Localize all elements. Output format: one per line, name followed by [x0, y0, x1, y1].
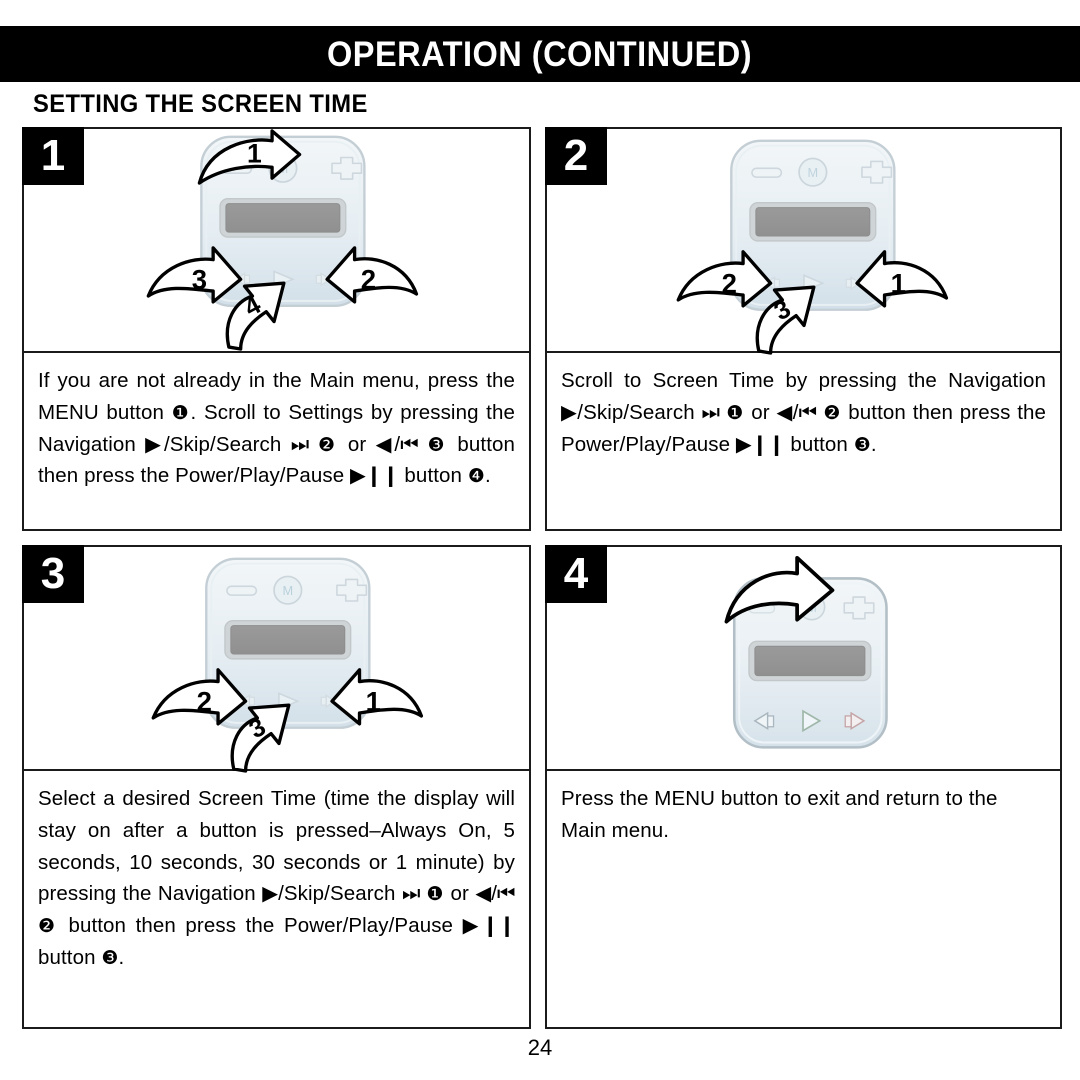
- callout-arrow-2-label: 2: [722, 268, 737, 299]
- step-4-text-panel: Press the MENU button to exit and return…: [545, 771, 1062, 1029]
- step-4-illustration: M: [547, 547, 1060, 769]
- step-3-figure-panel: 3 M 2 1 3: [22, 545, 531, 773]
- grid-row-gap: [22, 531, 1062, 545]
- step-3-text-panel: Select a desired Screen Time (time the d…: [22, 771, 531, 1029]
- step-4-badge: 4: [545, 545, 607, 603]
- step-2-text-panel: Scroll to Screen Time by pressing the Na…: [545, 353, 1062, 531]
- section-title: SETTING THE SCREEN TIME: [33, 90, 368, 118]
- inline-control-glyph: ⏭: [401, 881, 420, 906]
- lcd-screen: [224, 619, 352, 660]
- callout-arrow-1-label: 1: [247, 138, 262, 168]
- inline-control-glyph: ▶❙❙: [735, 431, 785, 456]
- volume-down-button[interactable]: [751, 167, 783, 178]
- steps-grid: 1 1 3 2 4 If you are not already in the …: [22, 127, 1062, 1029]
- svg-text:M: M: [282, 583, 293, 598]
- callout-arrow-1-label: 1: [891, 268, 906, 299]
- lcd-screen: [748, 640, 872, 682]
- step-1-text-panel: If you are not already in the Main menu,…: [22, 353, 531, 531]
- step-4: 4 Press the MENU button to exit and retu…: [545, 545, 1062, 1029]
- step-3-badge: 3: [22, 545, 84, 603]
- steps-row-top: 1 1 3 2 4 If you are not already in the …: [22, 127, 1062, 531]
- page-header-bar: OPERATION (CONTINUED): [0, 26, 1080, 82]
- step-1-badge: 1: [22, 127, 84, 185]
- callout-arrow-3-label: 3: [192, 264, 207, 295]
- inline-step-number: ❶: [171, 401, 191, 424]
- step-3: 3 M 2 1 3 Select a desired Screen Time (…: [22, 545, 531, 1029]
- inline-step-number: ❸: [101, 946, 119, 969]
- inline-step-number: ❹: [467, 465, 485, 488]
- step-2: 2 M 2 1 3 Scroll to Screen Time by press…: [545, 127, 1062, 531]
- page-title: OPERATION (CONTINUED): [327, 34, 753, 74]
- callout-arrow-1-label: 1: [366, 686, 381, 717]
- step-1-illustration: M: [24, 129, 529, 351]
- inline-step-number: ❷: [38, 915, 59, 938]
- step-2-text: Scroll to Screen Time by pressing the Na…: [561, 369, 1047, 456]
- callout-arrow-2-label: 2: [197, 686, 212, 717]
- menu-button[interactable]: M: [273, 575, 303, 605]
- callout-arrow-2-label: 2: [361, 264, 376, 295]
- inline-control-glyph: ◀: [375, 431, 395, 456]
- inline-step-number: ❸: [427, 433, 449, 456]
- step-2-figure-panel: 2 M 2 1 3: [545, 127, 1062, 355]
- steps-row-bottom: 3 M 2 1 3 Select a desired Screen Time (…: [22, 545, 1062, 1029]
- inline-control-glyph: ⏮: [400, 431, 419, 456]
- inline-control-glyph: ▶: [145, 431, 164, 456]
- inline-control-glyph: ⏭: [701, 399, 720, 424]
- step-2-illustration: M 2 1 3: [547, 129, 1060, 355]
- inline-control-glyph: ▶: [262, 881, 279, 906]
- inline-step-number: ❶: [726, 401, 745, 424]
- step-2-badge: 2: [545, 127, 607, 185]
- step-1-text: If you are not already in the Main menu,…: [38, 369, 516, 488]
- inline-control-glyph: ▶❙❙: [350, 463, 399, 488]
- lcd-screen: [219, 198, 347, 238]
- inline-step-number: ❶: [426, 883, 445, 906]
- inline-control-glyph: ⏭: [290, 431, 309, 456]
- step-3-text: Select a desired Screen Time (time the d…: [38, 787, 516, 969]
- menu-button[interactable]: M: [798, 157, 828, 187]
- inline-control-glyph: ◀: [776, 399, 793, 424]
- inline-control-glyph: ⏮: [497, 881, 515, 906]
- inline-control-glyph: ▶❙❙: [462, 913, 516, 938]
- lcd-screen: [749, 201, 877, 242]
- page-number: 24: [527, 1035, 553, 1060]
- step-4-text: Press the MENU button to exit and return…: [561, 787, 998, 842]
- step-1: 1 1 3 2 4 If you are not already in the …: [22, 127, 531, 531]
- inline-control-glyph: ◀: [475, 881, 492, 906]
- step-4-figure-panel: 4: [545, 545, 1062, 771]
- svg-text:M: M: [808, 165, 819, 180]
- step-1-figure-panel: 1 1 3 2 4: [22, 127, 531, 353]
- volume-down-button[interactable]: [226, 585, 258, 596]
- inline-control-glyph: ⏮: [798, 399, 817, 424]
- inline-step-number: ❷: [823, 401, 842, 424]
- step-3-illustration: M 2 1 3: [24, 547, 529, 773]
- inline-step-number: ❷: [317, 433, 339, 456]
- inline-control-glyph: ▶: [561, 399, 578, 424]
- inline-step-number: ❸: [853, 433, 871, 456]
